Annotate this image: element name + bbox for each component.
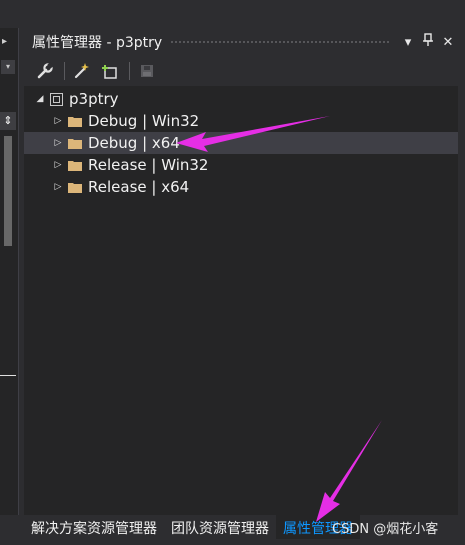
property-tree: ◢ p3ptry ▷ Debug | Win32 ▷ Debug | x64 ▷ xyxy=(24,88,458,198)
dropdown-icon[interactable]: ▾ xyxy=(1,60,15,74)
tree-item-label: Debug | Win32 xyxy=(88,112,200,130)
app-window: ▸ ▾ ⇕ 属性管理器 - p3ptry ▾ ✕ ◢ p3ptry ▷ Debu… xyxy=(0,0,465,545)
tree-item-label: Release | Win32 xyxy=(88,156,209,174)
collapsed-arrow-icon[interactable]: ▷ xyxy=(52,138,64,148)
collapsed-arrow-icon[interactable]: ▷ xyxy=(52,182,64,192)
window-menu-dropdown-icon[interactable]: ▾ xyxy=(398,35,418,50)
property-manager-panel: 属性管理器 - p3ptry ▾ ✕ ◢ p3ptry ▷ Debug | Wi… xyxy=(24,28,458,515)
left-docked-panel: ▸ ▾ ⇕ xyxy=(0,28,19,515)
folder-icon xyxy=(68,182,82,193)
splitter-icon[interactable]: ⇕ xyxy=(0,112,16,130)
save-icon[interactable] xyxy=(136,60,158,82)
panel-title: 属性管理器 - p3ptry xyxy=(32,35,163,51)
tree-item-release-x64[interactable]: ▷ Release | x64 xyxy=(24,176,458,198)
tree-root-label: p3ptry xyxy=(69,90,119,108)
title-grip[interactable] xyxy=(170,39,390,45)
toolbar-separator xyxy=(64,62,65,80)
wrench-icon[interactable] xyxy=(34,60,56,82)
collapsed-arrow-icon[interactable]: ▷ xyxy=(52,116,64,126)
collapse-arrow-icon[interactable]: ▸ xyxy=(2,36,7,47)
tree-root-project[interactable]: ◢ p3ptry xyxy=(24,88,458,110)
tab-solution-explorer[interactable]: 解决方案资源管理器 xyxy=(24,515,164,539)
watermark: CSDN @烟花小客 xyxy=(332,522,439,537)
project-icon xyxy=(50,92,63,106)
tree-item-label: Release | x64 xyxy=(88,178,190,196)
close-icon[interactable]: ✕ xyxy=(438,35,458,50)
tree-item-debug-win32[interactable]: ▷ Debug | Win32 xyxy=(24,110,458,132)
tab-team-explorer[interactable]: 团队资源管理器 xyxy=(164,515,276,539)
tree-item-debug-x64[interactable]: ▷ Debug | x64 xyxy=(24,132,458,154)
folder-icon xyxy=(68,116,82,127)
expanded-arrow-icon[interactable]: ◢ xyxy=(34,94,46,104)
tree-item-label: Debug | x64 xyxy=(88,134,180,152)
panel-toolbar xyxy=(24,56,458,86)
wand-icon[interactable] xyxy=(71,60,93,82)
add-existing-sheet-icon[interactable] xyxy=(99,60,121,82)
scrollbar-thumb[interactable] xyxy=(4,136,12,246)
tree-item-release-win32[interactable]: ▷ Release | Win32 xyxy=(24,154,458,176)
folder-icon xyxy=(68,160,82,171)
panel-titlebar[interactable]: 属性管理器 - p3ptry ▾ ✕ xyxy=(24,28,458,56)
collapsed-arrow-icon[interactable]: ▷ xyxy=(52,160,64,170)
pin-icon[interactable] xyxy=(418,33,438,51)
folder-icon xyxy=(68,138,82,149)
toolbar-separator xyxy=(129,62,130,80)
divider xyxy=(0,375,16,376)
